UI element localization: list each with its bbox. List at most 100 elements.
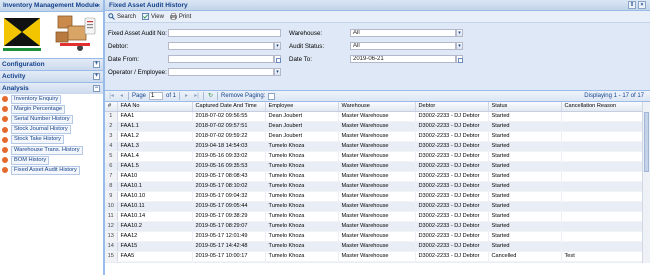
bullet-icon [2, 96, 8, 103]
debtor-label: Debtor: [108, 43, 129, 50]
paging-toolbar: |◂ ◂ Page 1 of 1 ▸ ▸| ↻ Remove Paging: D… [105, 91, 650, 102]
debtor-select[interactable] [168, 42, 274, 50]
menu-item-stock-take-history[interactable]: Stock Take History [2, 135, 103, 145]
column-header[interactable]: Debtor [415, 102, 489, 112]
table-row[interactable]: 7 FAA10 2019-05-17 08:08:43 Tumelo Khoza Mas… [105, 171, 644, 182]
close-icon[interactable]: × [638, 1, 646, 9]
menu-item-serial-number-history[interactable]: Serial Number History [2, 114, 103, 124]
column-header[interactable]: FAA No [117, 102, 193, 112]
first-page-icon[interactable]: |◂ [108, 93, 115, 100]
menu-item-margin-percentage[interactable]: Margin Percentage [2, 104, 103, 114]
menu-item-inventory-enquiry[interactable]: Inventory Enquiry [2, 94, 103, 104]
table-cell: Tumelo Khoza [265, 231, 339, 242]
table-cell [561, 191, 644, 202]
separator [203, 92, 205, 100]
table-cell: FAA1 [117, 111, 193, 122]
fixed-asset-audit-no-field[interactable] [168, 29, 281, 37]
menu-item-fixed-asset-audit-history[interactable]: Fixed Asset Audit History [2, 165, 103, 175]
menu-item-stock-journal-history[interactable]: Stock Journal History [2, 125, 103, 135]
column-header[interactable]: Employee [265, 102, 339, 112]
table-cell: Tumelo Khoza [265, 161, 339, 172]
table-cell: FAA10.11 [117, 201, 193, 212]
table-row[interactable]: 8 FAA10.1 2019-05-17 08:10:02 Tumelo Khoza M… [105, 181, 644, 192]
last-page-icon[interactable]: ▸| [193, 93, 200, 100]
search-button[interactable]: Search [108, 13, 136, 20]
prev-page-icon[interactable]: ◂ [118, 93, 125, 100]
table-cell: Dean Joubert [265, 111, 339, 122]
audit-status-dropdown-icon[interactable]: ▾ [456, 42, 463, 50]
expand-icon[interactable]: + [93, 61, 100, 68]
warehouse-dropdown-icon[interactable]: ▾ [456, 29, 463, 37]
table-cell: 2018-07-02 09:59:22 [192, 131, 266, 142]
view-button[interactable]: View [142, 13, 164, 20]
table-row[interactable]: 1 FAA1 2018-07-02 09:56:55 Dean Joubert Mast… [105, 111, 644, 122]
table-cell [561, 171, 644, 182]
column-header[interactable]: Warehouse [338, 102, 416, 112]
refresh-icon[interactable]: ↻ [207, 93, 214, 100]
section-label: Configuration [2, 61, 45, 68]
table-cell: Master Warehouse [338, 221, 416, 232]
table-row[interactable]: 14 FAA15 2019-05-17 14:42:48 Tumelo Khoza Ma… [105, 241, 644, 252]
section-configuration[interactable]: Configuration + [0, 58, 103, 70]
section-analysis[interactable]: Analysis − [0, 82, 103, 94]
operator-select[interactable] [168, 68, 274, 76]
table-cell: Master Warehouse [338, 211, 416, 222]
next-page-icon[interactable]: ▸ [183, 93, 190, 100]
collapse-icon[interactable]: − [93, 85, 100, 92]
audit-status-select[interactable]: All [350, 42, 456, 50]
table-row[interactable]: 3 FAA1.2 2018-07-02 09:59:22 Dean Joubert Ma… [105, 131, 644, 142]
collapse-sidebar-icon[interactable]: « [96, 0, 100, 11]
table-row[interactable]: 12 FAA10.2 2019-05-17 08:29:07 Tumelo Khoza… [105, 221, 644, 232]
pin-icon[interactable]: ⇕ [628, 1, 636, 9]
table-cell: 2019-05-17 08:29:07 [192, 221, 266, 232]
date-from-field[interactable] [168, 55, 274, 63]
warehouse-select[interactable]: All [350, 29, 456, 37]
view-label: View [151, 13, 164, 20]
page-number-input[interactable]: 1 [149, 92, 164, 100]
table-cell [561, 151, 644, 162]
table-cell: 2019-05-17 10:00:49 [192, 261, 266, 263]
table-row[interactable]: 9 FAA10.10 2019-05-17 09:04:32 Tumelo Khoza… [105, 191, 644, 202]
table-row[interactable]: 11 FAA10.14 2019-05-17 09:38:29 Tumelo Khoz… [105, 211, 644, 222]
debtor-dropdown-icon[interactable]: ▾ [274, 42, 281, 50]
table-cell: D3002-2233 - DJ Debtor [415, 231, 489, 242]
table-cell: 2019-05-17 10:00:17 [192, 251, 266, 262]
column-header[interactable]: Status [488, 102, 562, 112]
operator-dropdown-icon[interactable]: ▾ [274, 68, 281, 76]
table-cell: Master Warehouse [338, 241, 416, 252]
table-row[interactable]: 2 FAA1.1 2018-07-02 09:57:51 Dean Joubert Ma… [105, 121, 644, 132]
calendar-icon[interactable] [274, 55, 281, 63]
table-row[interactable]: 10 FAA10.11 2019-05-17 09:05:44 Tumelo Khoz… [105, 201, 644, 212]
table-row[interactable]: 15 FAA5 2019-05-17 10:00:17 Tumelo Khoza Mas… [105, 251, 644, 262]
table-row[interactable]: 4 FAA1.3 2019-04-18 14:54:03 Tumelo Khoza Ma… [105, 141, 644, 152]
panel-title: Fixed Asset Audit History [109, 2, 188, 9]
remove-paging-checkbox[interactable] [268, 92, 276, 100]
print-button[interactable]: Print [170, 13, 191, 20]
table-row[interactable]: 6 FAA1.5 2019-05-16 09:35:53 Tumelo Khoza Ma… [105, 161, 644, 172]
bullet-icon [2, 126, 8, 133]
fixed-asset-audit-no-label: Fixed Asset Audit No: [108, 30, 167, 37]
bullet-icon [2, 147, 8, 154]
menu-item-label: Warehouse Trans. History [11, 145, 83, 155]
date-to-field[interactable]: 2019-06-21 [350, 55, 456, 63]
table-row[interactable]: 16FAA82019-05-17 10:00:49Tumelo KhozaMas… [105, 261, 644, 263]
table-cell: D3002-2233 - DJ Debtor [415, 131, 489, 142]
menu-item-bom-history[interactable]: BOM History [2, 155, 103, 165]
calendar-icon[interactable] [456, 55, 463, 63]
section-activity[interactable]: Activity + [0, 70, 103, 82]
section-label: Analysis [2, 85, 29, 92]
table-cell: Started [488, 241, 562, 252]
table-row[interactable]: 5 FAA1.4 2019-05-16 09:33:02 Tumelo Khoza Ma… [105, 151, 644, 162]
panel-tools: ⇕ × [628, 1, 646, 9]
column-header[interactable]: Cancellation Reason [561, 102, 644, 112]
row-number: 6 [105, 161, 118, 172]
table-cell: D3002-2233 - DJ Debtor [415, 141, 489, 152]
table-cell: Master Warehouse [338, 201, 416, 212]
scrollbar-thumb[interactable] [644, 112, 649, 172]
table-row[interactable]: 13 FAA12 2019-05-17 12:01:49 Tumelo Khoza Ma… [105, 231, 644, 242]
column-header[interactable]: Captured Date And Time [192, 102, 266, 112]
menu-item-warehouse-trans-history[interactable]: Warehouse Trans. History [2, 145, 103, 155]
column-header[interactable]: # [105, 102, 118, 112]
expand-icon[interactable]: + [93, 73, 100, 80]
vertical-scrollbar[interactable] [642, 102, 650, 263]
